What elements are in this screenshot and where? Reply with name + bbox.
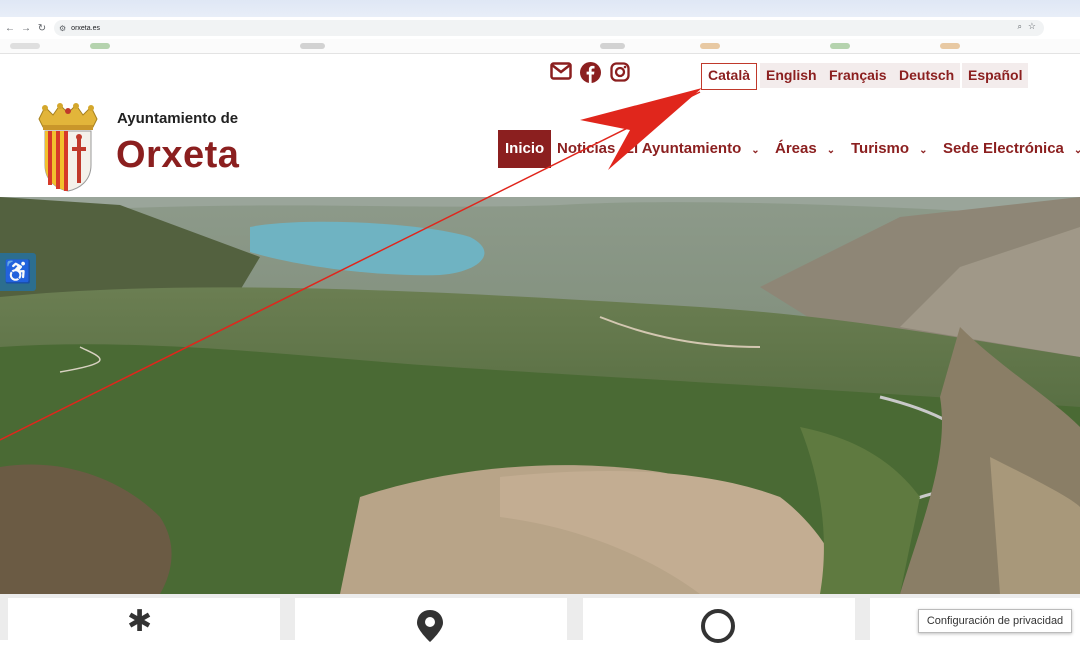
location-pin-icon — [415, 608, 445, 650]
accessibility-icon[interactable]: ♿ — [0, 253, 36, 291]
annotation-arrow — [0, 88, 702, 441]
circle-icon — [700, 608, 736, 652]
privacy-settings-button[interactable]: Configuración de privacidad — [918, 609, 1072, 633]
asterisk-icon: ✱ — [127, 605, 153, 638]
